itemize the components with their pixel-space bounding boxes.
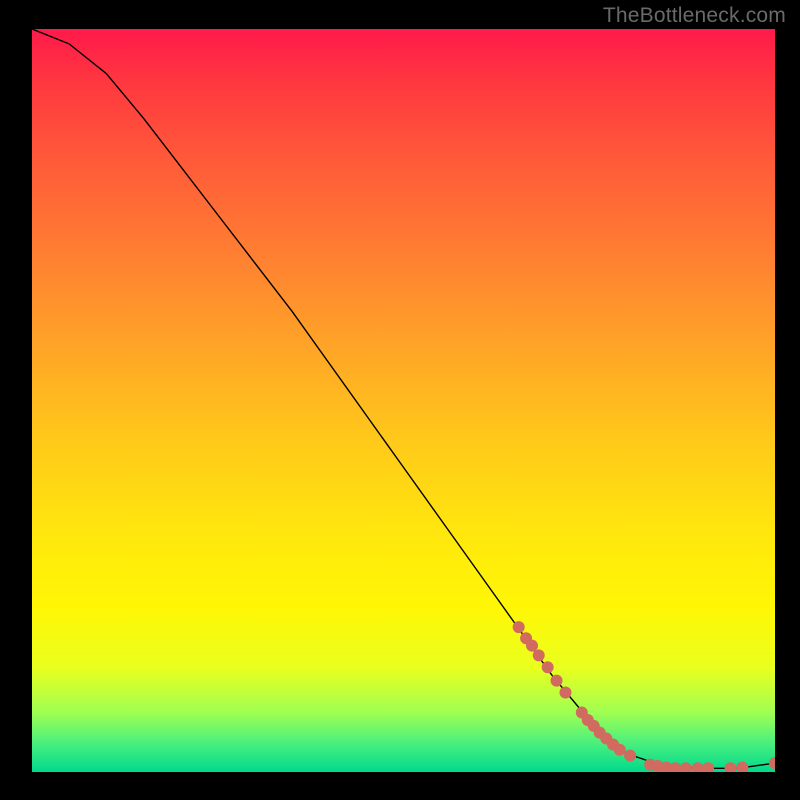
curve-layer — [32, 29, 775, 772]
data-point — [614, 744, 626, 756]
bottleneck-curve — [32, 29, 775, 768]
data-point — [588, 720, 600, 732]
data-point — [607, 739, 619, 751]
watermark-text: TheBottleneck.com — [603, 4, 786, 28]
data-point — [724, 762, 736, 772]
data-point — [533, 649, 545, 661]
data-point — [652, 760, 664, 772]
data-point — [594, 727, 606, 739]
data-point — [661, 762, 673, 772]
chart-plot-area — [32, 29, 775, 772]
data-point — [769, 757, 775, 769]
data-point — [551, 675, 563, 687]
data-point — [644, 759, 656, 771]
data-point — [669, 762, 681, 772]
data-point — [600, 733, 612, 745]
data-point — [542, 661, 554, 673]
data-point — [624, 750, 636, 762]
data-point — [526, 640, 538, 652]
data-point — [582, 714, 594, 726]
data-point — [513, 621, 525, 633]
data-point — [702, 762, 714, 772]
data-point — [576, 707, 588, 719]
data-point — [520, 632, 532, 644]
data-point — [559, 686, 571, 698]
data-point — [692, 762, 704, 772]
data-point — [680, 762, 692, 772]
points-layer — [32, 29, 775, 772]
data-point — [736, 762, 748, 772]
